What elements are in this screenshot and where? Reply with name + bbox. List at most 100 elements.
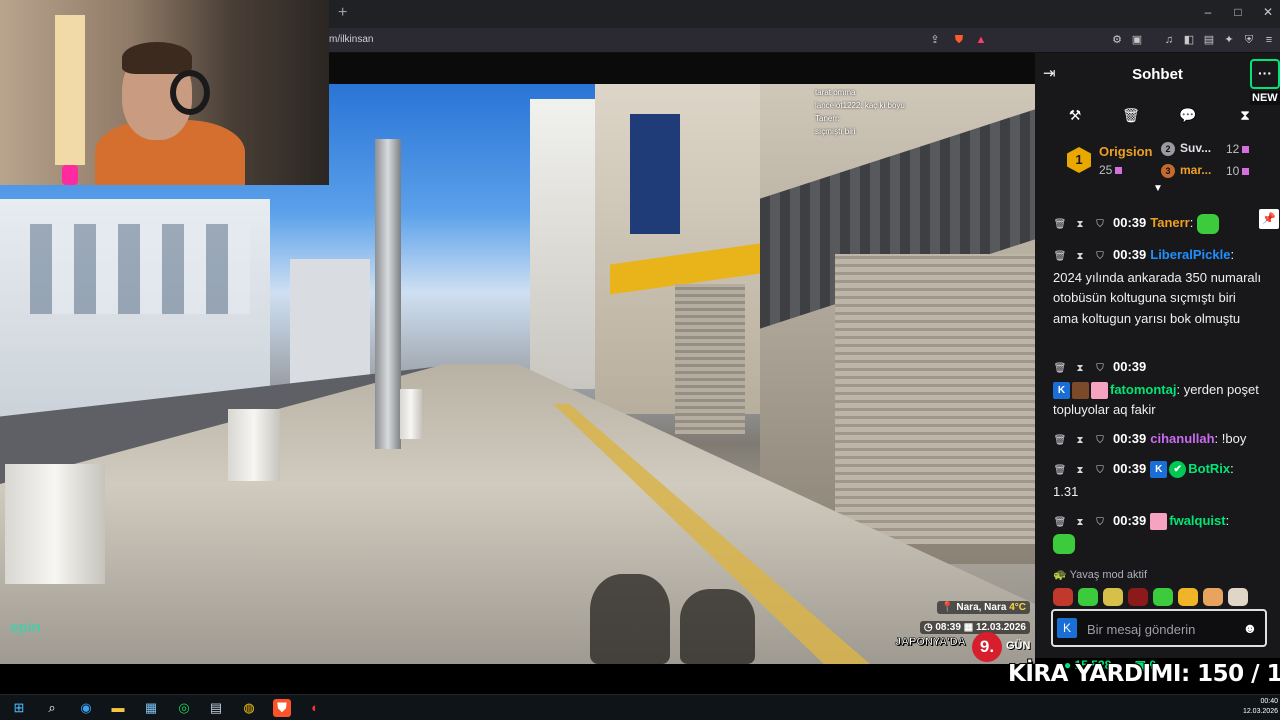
obs-icon[interactable]: ◐ [306, 699, 324, 717]
delete-icon[interactable]: 🗑 [1053, 431, 1067, 452]
message-text: !boy [1221, 431, 1247, 446]
emote-icon[interactable] [1078, 588, 1098, 606]
street-lamp-pole [375, 139, 401, 449]
chat-message-input[interactable] [1087, 619, 1237, 639]
chat-message: 🗑 ⧗ ⛉ 00:39 Tanerr: [1053, 213, 1263, 236]
message-username[interactable]: LiberalPickle [1150, 247, 1230, 262]
chat-message: 🗑 ⧗ ⛉ 00:39 cihanullah: !boy [1053, 429, 1263, 452]
spotify-icon[interactable]: ◎ [175, 699, 193, 717]
screen: + – □ ✕ m/ilkinsan ⇪ ⛊ ▲ ⚙ ▣ ♫ ◧ ▤ ✦ ⛨ ≡ [0, 0, 1280, 720]
emote-icon [1053, 534, 1075, 555]
hourglass-icon[interactable]: ⧗ [1235, 107, 1255, 124]
chat-bubble-icon[interactable]: 💬 [1178, 107, 1198, 124]
shield-icon[interactable]: ⛉ [1093, 215, 1107, 236]
leo-icon[interactable]: ✦ [1222, 33, 1236, 47]
taskbar: ⊞ ⌕ ◉ ▬ ▦ ◎ ▤ ◍ ⛊ ◐ 00:40 12.03.2026 [0, 694, 1280, 720]
shield-icon[interactable]: ⛉ [1093, 461, 1107, 482]
timeout-icon[interactable]: ⧗ [1073, 247, 1087, 268]
vpn-icon[interactable]: ⛨ [1242, 33, 1256, 47]
minimize-button[interactable]: – [1198, 5, 1218, 19]
message-text: 1.31 [1053, 483, 1079, 499]
shield-icon[interactable]: ⛉ [1093, 247, 1107, 268]
emote-icon[interactable] [1128, 588, 1148, 606]
slow-mode-notice: 🐢 Yavaş mod aktif [1053, 569, 1148, 581]
share-icon[interactable]: ⇪ [928, 33, 942, 47]
message-text: 2024 yılında ankarada 350 numaralı otobü… [1053, 269, 1262, 326]
sidebar-icon[interactable]: ◧ [1182, 33, 1196, 47]
message-time: 00:39 [1113, 513, 1147, 528]
wallet-icon[interactable]: ▤ [1202, 33, 1216, 47]
rank-badge: 2 [1161, 142, 1175, 156]
timeout-icon[interactable]: ⧗ [1073, 359, 1087, 380]
timeout-icon[interactable]: ⧗ [1073, 461, 1087, 482]
shield-icon[interactable]: ⛉ [1093, 431, 1107, 452]
video-chat-overlay: tarat omma lancelot1222: kaç ki boyu Tan… [815, 84, 1035, 194]
store-icon[interactable]: ▦ [142, 699, 160, 717]
menu-icon[interactable]: ≡ [1262, 33, 1276, 47]
emote-icon[interactable] [1053, 588, 1073, 606]
windows-start-icon[interactable]: ⊞ [10, 699, 28, 717]
shield-icon[interactable]: ⛉ [1093, 359, 1107, 380]
leader-name[interactable]: Suv... [1180, 141, 1211, 155]
chrome-icon[interactable]: ◍ [240, 699, 258, 717]
emote-icon[interactable] [1228, 588, 1248, 606]
time-date-text: ◷ 08:39 ▦ 12.03.2026 [919, 621, 1030, 634]
emote-icon[interactable] [1178, 588, 1198, 606]
system-clock[interactable]: 00:40 12.03.2026 [1240, 697, 1280, 717]
emote-icon[interactable] [1153, 588, 1173, 606]
delete-icon[interactable]: 🗑 [1053, 359, 1067, 380]
maximize-button[interactable]: □ [1228, 5, 1248, 19]
brave-shield-icon[interactable]: ⛊ [952, 33, 966, 47]
delete-icon[interactable]: 🗑 [1053, 513, 1067, 534]
timeout-icon[interactable]: ⧗ [1073, 431, 1087, 452]
shadow-figure [680, 589, 755, 664]
emoji-icon[interactable]: ☻ [1239, 617, 1261, 639]
delete-icon[interactable]: 🗑 [1053, 247, 1067, 268]
media-icon[interactable]: ♫ [1162, 33, 1176, 47]
timeout-icon[interactable]: ⧗ [1073, 215, 1087, 236]
shield-icon[interactable]: ⛉ [1093, 513, 1107, 534]
leader-name[interactable]: Origsion [1099, 144, 1152, 159]
calculator-icon[interactable]: ▤ [207, 699, 225, 717]
overlay-chat-line: sıçmıştı biri [815, 127, 856, 136]
message-username[interactable]: BotRix [1188, 461, 1230, 476]
emote-icon[interactable] [1103, 588, 1123, 606]
filter-icon[interactable]: ▼ [1153, 183, 1163, 194]
gift-badge-icon [1091, 381, 1108, 399]
url-text[interactable]: m/ilkinsan [329, 34, 373, 45]
mod-tools-bar: ⚒ 🗑 💬 ⧗ [1035, 103, 1280, 131]
delete-icon[interactable]: 🗑 [1053, 461, 1067, 482]
trash-icon[interactable]: 🗑 [1121, 107, 1141, 124]
shadow-figure [590, 574, 670, 664]
emote-quick-bar [1053, 588, 1273, 608]
leader-count: 25 [1099, 163, 1123, 177]
kick-logo-icon[interactable]: K [1057, 618, 1077, 638]
edge-icon[interactable]: ◉ [77, 699, 95, 717]
message-username[interactable]: Tanerr [1150, 215, 1190, 230]
delete-icon[interactable]: 🗑 [1053, 215, 1067, 236]
timeout-icon[interactable]: ⧗ [1073, 513, 1087, 534]
chat-message: 🗑 ⧗ ⛉ 00:39 K ✔ BotRix: 1.31 [1053, 461, 1234, 499]
search-icon[interactable]: ⌕ [43, 699, 61, 717]
message-username[interactable]: fwalquist [1169, 513, 1225, 528]
close-window-button[interactable]: ✕ [1258, 5, 1278, 19]
new-tab-button[interactable]: + [338, 4, 347, 22]
more-options-button[interactable]: ··· [1250, 59, 1280, 89]
message-username[interactable]: cihanullah [1150, 431, 1214, 446]
streamer-hair [122, 42, 192, 74]
file-explorer-icon[interactable]: ▬ [109, 699, 127, 717]
kick-badge-icon: K [1053, 381, 1070, 399]
rent-support-overlay: KİRA YARDIMI: 150 / 155 [1008, 661, 1280, 687]
chat-header: ⇥ Sohbet ··· NEW [1035, 53, 1280, 105]
extensions-icon[interactable]: ⚙ [1110, 33, 1124, 47]
message-username[interactable]: fatomontaj [1110, 382, 1176, 397]
chat-message: 🗑 ⧗ ⛉ 00:39 LiberalPickle: 2024 yılında anka… [1053, 247, 1262, 326]
screenshot-icon[interactable]: ▣ [1130, 33, 1144, 47]
hammer-icon[interactable]: ⚒ [1065, 107, 1085, 124]
rewards-icon[interactable]: ▲ [974, 33, 988, 47]
sub-badge-icon [1072, 381, 1089, 399]
leader-name[interactable]: mar... [1180, 163, 1211, 177]
emote-icon[interactable] [1203, 588, 1223, 606]
day-label: GÜN [1006, 640, 1031, 652]
brave-icon[interactable]: ⛊ [273, 699, 291, 717]
